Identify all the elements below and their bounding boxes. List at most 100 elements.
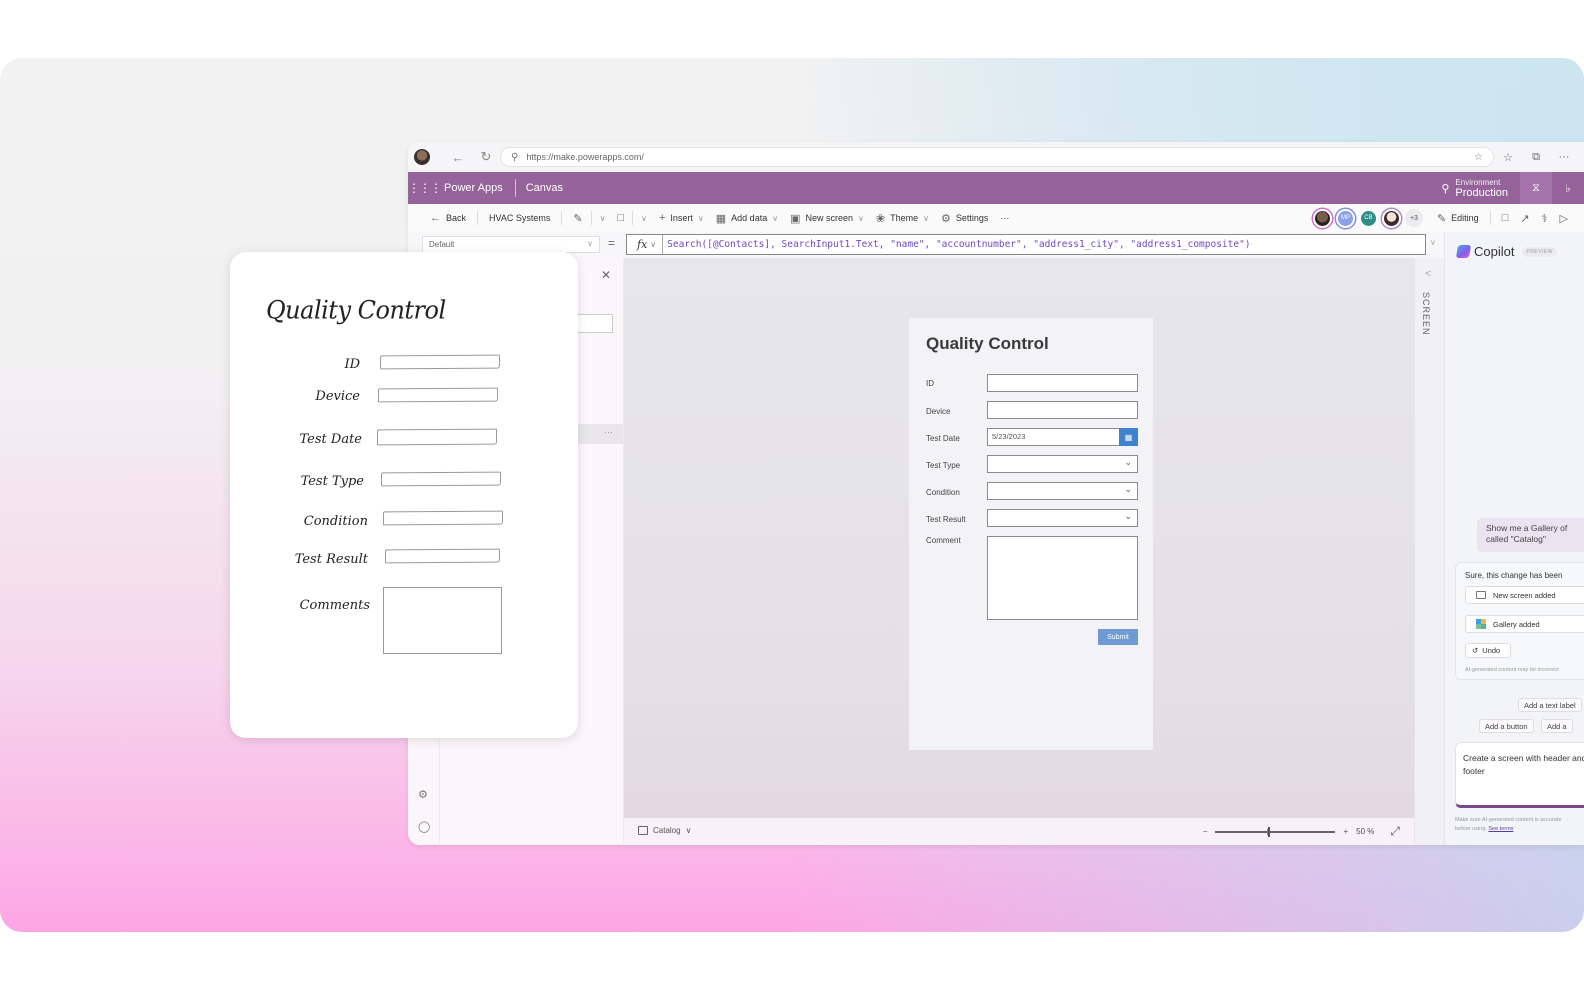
formula-text: Search([@Contacts], SearchInput1.Text, "… <box>667 239 1251 250</box>
see-terms-link[interactable]: See terms <box>1488 826 1513 832</box>
collections-icon[interactable]: ⧉ <box>1522 151 1550 164</box>
environment-label: Environment <box>1455 177 1501 187</box>
chevron-left-icon[interactable]: < <box>1425 268 1431 280</box>
screen-selector[interactable]: Catalog ∨ <box>638 826 691 835</box>
sketch-box-condition <box>383 510 503 526</box>
more-collaborators-badge[interactable]: +3 <box>1404 209 1423 227</box>
sketch-label-test-date: Test Date <box>299 432 362 447</box>
gallery-added-chip[interactable]: Gallery added <box>1465 615 1584 633</box>
calendar-icon[interactable]: ▦ <box>1119 428 1138 446</box>
id-input[interactable] <box>987 374 1138 392</box>
comment-icon[interactable]: □ <box>1498 212 1513 224</box>
new-screen-added-chip[interactable]: New screen added <box>1465 586 1584 604</box>
preview-badge: PREVIEW <box>1522 246 1558 257</box>
collaborator-avatar[interactable] <box>1312 208 1332 228</box>
zoom-out-button[interactable]: − <box>1203 827 1208 836</box>
app-screen-preview[interactable]: Quality Control ID Device Test Date 5/23… <box>909 318 1153 750</box>
test-date-picker[interactable]: 5/23/2023 ▦ <box>987 428 1138 446</box>
divider <box>561 211 563 225</box>
file-button[interactable]: □ ∨ <box>613 211 651 225</box>
copilot-title: Copilot <box>1474 244 1515 259</box>
test-date-value: 5/23/2023 <box>992 432 1026 441</box>
share-icon[interactable]: ↗ <box>1516 212 1533 225</box>
chevron-down-icon: ∨ <box>858 213 864 223</box>
terms-line-1: Make sure AI-generated content is accura… <box>1455 817 1562 823</box>
environment-icon: ⚲ <box>1441 182 1450 195</box>
collaboration-area: MP CB +3 ✎ Editing □ ↗ ⚕ ▷ <box>1312 208 1572 228</box>
health-icon[interactable]: ◯ <box>418 820 430 833</box>
chevron-down-icon: ⌄ <box>1124 511 1132 521</box>
collaborator-avatar[interactable] <box>1381 208 1401 228</box>
undo-button[interactable]: ↺ Undo <box>1465 643 1511 658</box>
fx-label: fx <box>637 238 648 251</box>
add-data-button[interactable]: ▦ Add data ∨ <box>712 212 782 225</box>
sketch-box-test-type <box>381 471 501 487</box>
sketch-title: Quality Control <box>266 295 446 325</box>
settings-button[interactable]: ⚙ Settings <box>937 212 992 225</box>
pencil-icon: ✎ <box>1436 212 1447 225</box>
expand-formula-icon[interactable]: ∨ <box>1430 238 1436 247</box>
url-field[interactable]: ⚲ https://make.powerapps.com/ ☆ <box>500 147 1494 167</box>
play-icon[interactable]: ▷ <box>1556 212 1572 225</box>
sketch-box-test-date <box>377 428 497 446</box>
test-type-dropdown[interactable]: ⌄ <box>987 455 1138 473</box>
screen-panel-label: SCREEN <box>1421 292 1431 336</box>
copilot-toggle-icon[interactable]: ⧖ <box>1520 172 1552 204</box>
test-result-dropdown[interactable]: ⌄ <box>987 509 1138 527</box>
formula-input[interactable]: fx ∨ Search([@Contacts], SearchInput1.Tex… <box>626 234 1426 255</box>
collaborator-avatar[interactable]: MP <box>1335 208 1355 228</box>
zoom-slider[interactable] <box>1215 826 1336 838</box>
sketch-label-condition: Condition <box>303 514 368 529</box>
more-commands-button[interactable]: ··· <box>996 213 1013 223</box>
sketch-box-comments <box>383 587 502 654</box>
fx-button[interactable]: fx ∨ <box>627 235 664 254</box>
theme-button[interactable]: ❀ Theme ∨ <box>872 212 933 225</box>
property-dropdown[interactable]: Default ∨ <box>422 236 600 253</box>
divider <box>632 211 634 225</box>
device-input[interactable] <box>987 401 1138 419</box>
app-section: Canvas <box>525 182 563 194</box>
new-screen-label: New screen <box>805 213 853 223</box>
insert-button[interactable]: + Insert ∨ <box>655 212 708 224</box>
profile-avatar-icon[interactable] <box>414 149 430 165</box>
field-label-test-type: Test Type <box>926 461 961 470</box>
more-icon[interactable]: ··· <box>1550 151 1578 163</box>
environment-value: Production <box>1455 186 1508 199</box>
field-label-condition: Condition <box>926 488 960 497</box>
sketch-label-device: Device <box>315 389 360 404</box>
collaborator-avatar[interactable]: CB <box>1358 208 1378 228</box>
editing-status[interactable]: ✎ Editing <box>1433 212 1483 225</box>
editing-label: Editing <box>1451 213 1479 223</box>
suggestion-add-button[interactable]: Add a button <box>1479 719 1534 733</box>
favorite-add-icon[interactable]: ☆ <box>1474 152 1483 163</box>
app-checker-icon[interactable]: ⚕ <box>1538 212 1552 225</box>
submit-button[interactable]: Submit <box>1098 629 1138 645</box>
form-title: Quality Control <box>926 334 1049 353</box>
close-icon[interactable]: ✕ <box>601 268 611 282</box>
zoom-in-button[interactable]: + <box>1343 827 1348 836</box>
app-name[interactable]: Power Apps <box>438 182 515 194</box>
chevron-down-icon: ∨ <box>587 239 593 248</box>
insert-label: Insert <box>670 213 693 223</box>
field-label-comment: Comment <box>926 536 961 545</box>
notification-bell-icon[interactable]: ♭ <box>1552 172 1584 204</box>
copilot-prompt-input[interactable]: Create a screen with header and footer <box>1455 742 1584 808</box>
suggestion-add-text-label[interactable]: Add a text label <box>1518 698 1582 712</box>
fit-to-window-icon[interactable]: ⤢ <box>1390 824 1400 839</box>
waffle-icon[interactable]: ⋮⋮⋮ <box>408 181 442 195</box>
more-icon[interactable]: ··· <box>604 427 613 437</box>
settings-gear-icon[interactable]: ⚙ <box>418 788 428 801</box>
chevron-down-icon: ⌄ <box>1124 457 1132 467</box>
sketch-label-test-type: Test Type <box>300 474 364 489</box>
comment-textarea[interactable] <box>987 536 1138 620</box>
back-arrow-icon[interactable]: ← <box>444 150 472 165</box>
condition-dropdown[interactable]: ⌄ <box>987 482 1138 500</box>
app-title[interactable]: HVAC Systems <box>485 213 554 223</box>
new-screen-button[interactable]: ▣ New screen ∨ <box>786 212 868 225</box>
suggestion-add-other[interactable]: Add a <box>1541 719 1573 733</box>
back-button[interactable]: ← Back <box>426 212 470 224</box>
refresh-icon[interactable]: ↻ <box>472 149 500 165</box>
edit-button[interactable]: ✎ ∨ <box>569 211 609 225</box>
environment-picker[interactable]: ⚲ Environment Production <box>1441 178 1520 199</box>
favorites-icon[interactable]: ☆ <box>1494 151 1522 164</box>
